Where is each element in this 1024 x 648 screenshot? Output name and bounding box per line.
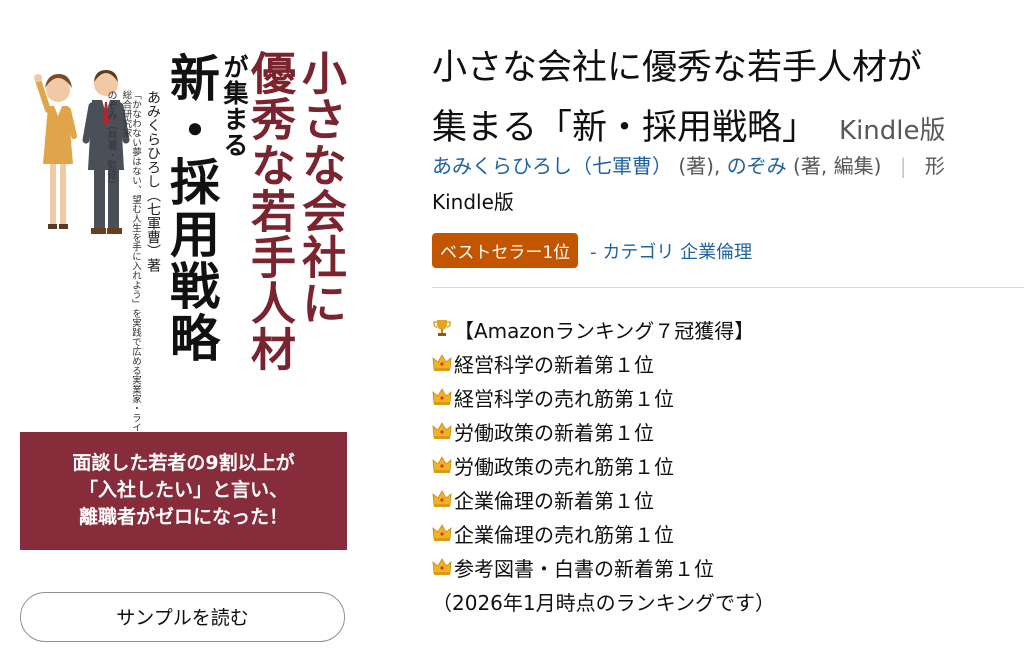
edition-label: Kindle版 [432, 190, 514, 214]
ranking-item: 企業倫理の売れ筋第１位 [432, 518, 775, 552]
description-headline-row: 【Amazonランキング７冠獲得】 [432, 314, 775, 348]
cover-author: あみくらひろし（七軍曹）著 [145, 90, 161, 272]
trophy-icon [432, 314, 452, 348]
ranking-item-text: 企業倫理の売れ筋第１位 [454, 523, 674, 547]
author-link-2[interactable]: のぞみ [727, 154, 787, 178]
cover-title-suffix: が集まる [220, 54, 249, 158]
cover-quote: 「かなわない夢はない、望む人生を手に入れよう」を実践で広める実業家・ライフワーク… [120, 90, 142, 470]
ranking-item: 経営科学の新着第１位 [432, 348, 775, 382]
cover-main-title: 新・採用戦略 [162, 52, 220, 364]
divider [432, 287, 1024, 288]
cover-title-line2: 優秀な若手人材 [243, 50, 296, 372]
ranking-item-text: 労働政策の売れ筋第１位 [454, 455, 674, 479]
product-title-line2: 集まる「新・採用戦略」 [432, 108, 818, 148]
crown-icon [432, 552, 452, 586]
cover-coauthor: のぞみ（共著・監修） [105, 90, 116, 190]
product-title-line1: 小さな会社に優秀な若手人材が [432, 48, 923, 88]
category-name: 企業倫理 [680, 241, 753, 263]
cover-band-line2: 「入社したい」と言い、 [78, 479, 288, 502]
crown-icon [432, 484, 452, 518]
ranking-list: 経営科学の新着第１位 経営科学の売れ筋第１位 労働政策の新着第１位 労働政策の売れ筋第… [432, 348, 775, 586]
cover-band-line1: 面談した若者の9割以上が [72, 452, 295, 475]
ranking-item: 企業倫理の新着第１位 [432, 484, 775, 518]
category-prefix: - カテゴリ [590, 241, 675, 263]
cover-title-line1: 小さな会社に [294, 50, 347, 326]
cover-band-line3: 離職者がゼロになった！ [78, 505, 288, 528]
byline: あみくらひろし（七軍曹） (著), のぞみ (著, 編集) | 形 [432, 150, 945, 179]
category-link[interactable]: - カテゴリ 企業倫理 [590, 238, 752, 264]
format-label: Kindle版 [839, 116, 946, 146]
author-link-1[interactable]: あみくらひろし（七軍曹） [432, 154, 672, 178]
cover-title-block: 小さな会社に 優秀な若手人材 が集まる 新・採用戦略 あみくらひろし（七軍曹）著… [105, 50, 347, 470]
book-cover-image[interactable]: 小さな会社に 優秀な若手人材 が集まる 新・採用戦略 あみくらひろし（七軍曹）著… [20, 48, 347, 550]
cover-band: 面談した若者の9割以上が 「入社したい」と言い、 離職者がゼロになった！ [20, 432, 347, 550]
ranking-note: （2026年1月時点のランキングです） [432, 591, 776, 615]
cover-title-line2-wrap: 優秀な若手人材 が集まる [220, 50, 296, 470]
bestseller-badge[interactable]: ベストセラー1位 [432, 233, 579, 268]
format-overflow-text: 形 [924, 154, 945, 178]
ranking-item: 経営科学の売れ筋第１位 [432, 382, 775, 416]
ranking-item: 労働政策の新着第１位 [432, 416, 775, 450]
read-sample-button[interactable]: サンプルを読む [20, 592, 345, 642]
ranking-item-text: 経営科学の新着第１位 [454, 353, 654, 377]
ranking-item-text: 参考図書・白書の新着第１位 [454, 557, 714, 581]
crown-icon [432, 416, 452, 450]
crown-icon [432, 382, 452, 416]
author-role-2: (著, 編集) [793, 154, 882, 178]
ranking-item: 労働政策の売れ筋第１位 [432, 450, 775, 484]
bestseller-row: ベストセラー1位 - カテゴリ 企業倫理 [432, 233, 752, 268]
description-headline: 【Amazonランキング７冠獲得】 [454, 319, 755, 343]
crown-icon [432, 348, 452, 382]
product-title: 小さな会社に優秀な若手人材が 集まる「新・採用戦略」 Kindle版 [432, 38, 1024, 161]
product-description: 【Amazonランキング７冠獲得】 経営科学の新着第１位 経営科学の売れ筋第１位労… [432, 314, 775, 620]
ranking-item-text: 労働政策の新着第１位 [454, 421, 654, 445]
author-role-1: (著), [678, 154, 721, 178]
ranking-item-text: 経営科学の売れ筋第１位 [454, 387, 674, 411]
ranking-item-text: 企業倫理の新着第１位 [454, 489, 654, 513]
crown-icon [432, 518, 452, 552]
ranking-item: 参考図書・白書の新着第１位 [432, 552, 775, 586]
byline-separator: | [899, 154, 907, 178]
crown-icon [432, 450, 452, 484]
